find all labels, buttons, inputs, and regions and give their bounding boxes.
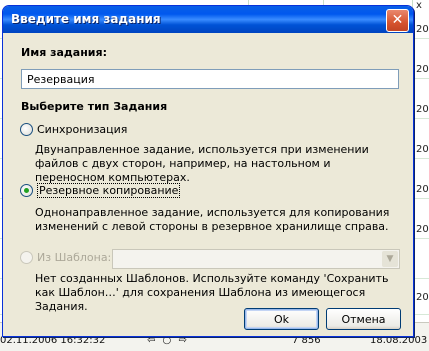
backup-description: Однонаправленное задание, используется д… [35,206,390,233]
chevron-down-icon[interactable]: ▼ [382,251,398,267]
dialog-titlebar[interactable]: Введите имя задания ✕ [3,6,413,33]
radio-sync[interactable]: Синхронизация [20,123,127,136]
close-button[interactable]: ✕ [386,9,409,32]
cancel-button[interactable]: Отмена [326,308,401,330]
grid-cell: 20 [416,184,429,195]
close-icon: ✕ [391,12,404,28]
grid-cell: x [416,0,422,11]
radio-sync-button[interactable] [20,123,33,136]
radio-backup-label[interactable]: Резервное копирование [37,183,181,198]
sync-description: Двунаправленное задание, используется пр… [35,143,369,184]
grid-cell: 20 [416,224,429,235]
grid-cell: 20 [416,144,429,155]
job-type-label: Выберите тип Задания [21,100,168,113]
grid-cell: 20 [416,24,429,35]
radio-template[interactable]: Из Шаблона: [20,251,111,264]
grid-cell: 20 [416,104,429,115]
grid-cell: 20 [416,64,429,75]
job-name-input[interactable] [21,69,399,89]
ok-button[interactable]: Ok [244,308,319,330]
template-select[interactable]: ▼ [112,249,400,269]
radio-backup-button[interactable] [20,184,33,197]
radio-template-label[interactable]: Из Шаблона: [37,251,111,264]
radio-template-button[interactable] [20,251,33,264]
job-name-label: Имя задания: [21,46,107,59]
radio-sync-label[interactable]: Синхронизация [37,123,127,136]
dialog-title: Введите имя задания [11,12,161,26]
grid-cell: 20 [416,292,429,303]
new-job-dialog: Введите имя задания ✕ Имя задания: Выбер… [2,5,414,337]
radio-backup[interactable]: Резервное копирование [20,183,181,198]
